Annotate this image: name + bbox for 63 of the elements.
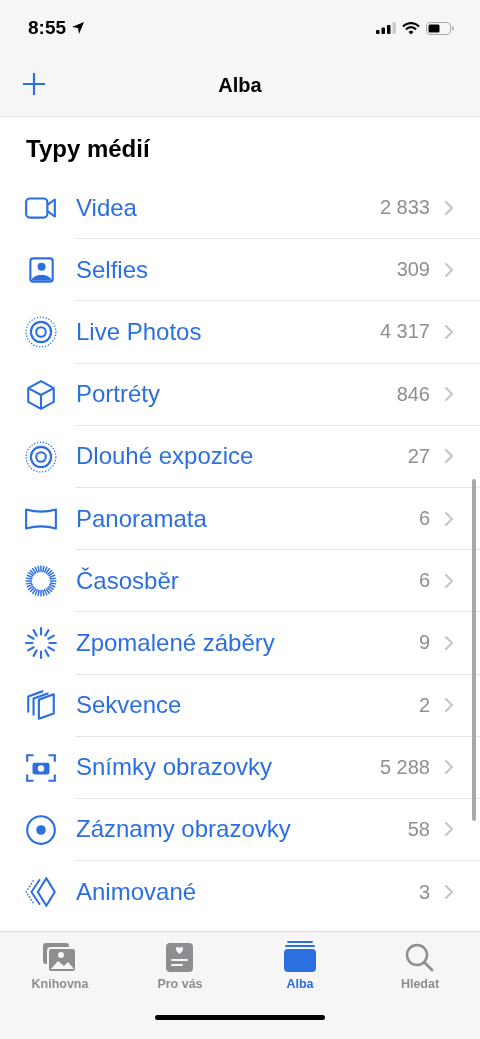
chevron-icon <box>444 199 454 216</box>
album-name: Selfies <box>76 255 150 284</box>
chevron-icon <box>444 884 454 901</box>
album-count: 27 <box>407 444 430 468</box>
album-count: 309 <box>396 258 430 282</box>
tab-button[interactable]: Hledat <box>375 940 465 991</box>
chevron-icon <box>444 261 454 278</box>
album-name: Záznamy obrazovky <box>76 815 292 844</box>
album-count: 6 <box>418 507 430 531</box>
album-name: Videa <box>76 193 138 222</box>
album-count: 4 317 <box>379 320 430 344</box>
chevron-icon <box>444 510 454 527</box>
record-icon <box>24 812 58 847</box>
album-count: 3 <box>418 880 430 904</box>
nav-title: Alba <box>218 73 262 97</box>
album-name: Dlouhé expozice <box>76 442 255 471</box>
concentric-circles-icon <box>24 315 58 350</box>
album-row[interactable]: Portréty 846 <box>0 363 480 426</box>
diamond-icon <box>24 875 58 910</box>
tab-button[interactable]: Alba <box>255 940 345 991</box>
album-count: 6 <box>418 569 430 593</box>
album-name: Animované <box>76 878 198 907</box>
album-name: Zpomalené záběry <box>76 628 276 657</box>
plus-icon <box>22 72 46 96</box>
album-row[interactable]: Dlouhé expozice 27 <box>0 425 480 488</box>
album-count: 58 <box>407 817 430 841</box>
stacked-squares-icon <box>24 688 58 723</box>
dashed-circle-icon <box>24 626 58 661</box>
chevron-icon <box>444 821 454 838</box>
album-count: 2 <box>418 693 430 717</box>
battery-icon <box>426 21 454 35</box>
cube-icon <box>24 377 58 412</box>
add-button[interactable] <box>20 70 48 98</box>
album-name: Portréty <box>76 380 162 409</box>
chevron-icon <box>444 697 454 714</box>
album-row[interactable]: Selfies 309 <box>0 239 480 302</box>
chevron-icon <box>444 386 454 403</box>
chevron-icon <box>444 323 454 340</box>
album-name: Sekvence <box>76 691 183 720</box>
location-arrow-icon <box>71 21 86 35</box>
album-name: Časosběr <box>76 566 180 595</box>
chevron-icon <box>444 759 454 776</box>
album-count: 846 <box>396 382 430 406</box>
album-row[interactable]: Live Photos 4 317 <box>0 301 480 364</box>
album-row[interactable]: Videa 2 833 <box>0 177 480 240</box>
album-row[interactable]: Animované 3 <box>0 861 480 924</box>
signal-icon <box>376 22 396 34</box>
chevron-icon <box>444 572 454 589</box>
album-name: Panoramata <box>76 504 208 533</box>
album-count: 2 833 <box>379 196 430 220</box>
album-count: 9 <box>418 631 430 655</box>
section-title: Typy médií <box>25 134 152 164</box>
tab-button[interactable]: Knihovna <box>15 940 105 991</box>
concentric-circles-icon <box>24 439 58 474</box>
chevron-icon <box>444 448 454 465</box>
album-name: Snímky obrazovky <box>76 753 274 782</box>
status-time: 8:55 <box>28 17 67 39</box>
album-count: 5 288 <box>379 755 430 779</box>
tab-button[interactable]: Pro vás <box>135 940 225 991</box>
dashed-circle-icon <box>24 564 58 599</box>
chevron-icon <box>444 634 454 651</box>
wifi-icon <box>402 21 420 35</box>
album-name: Live Photos <box>76 317 203 346</box>
